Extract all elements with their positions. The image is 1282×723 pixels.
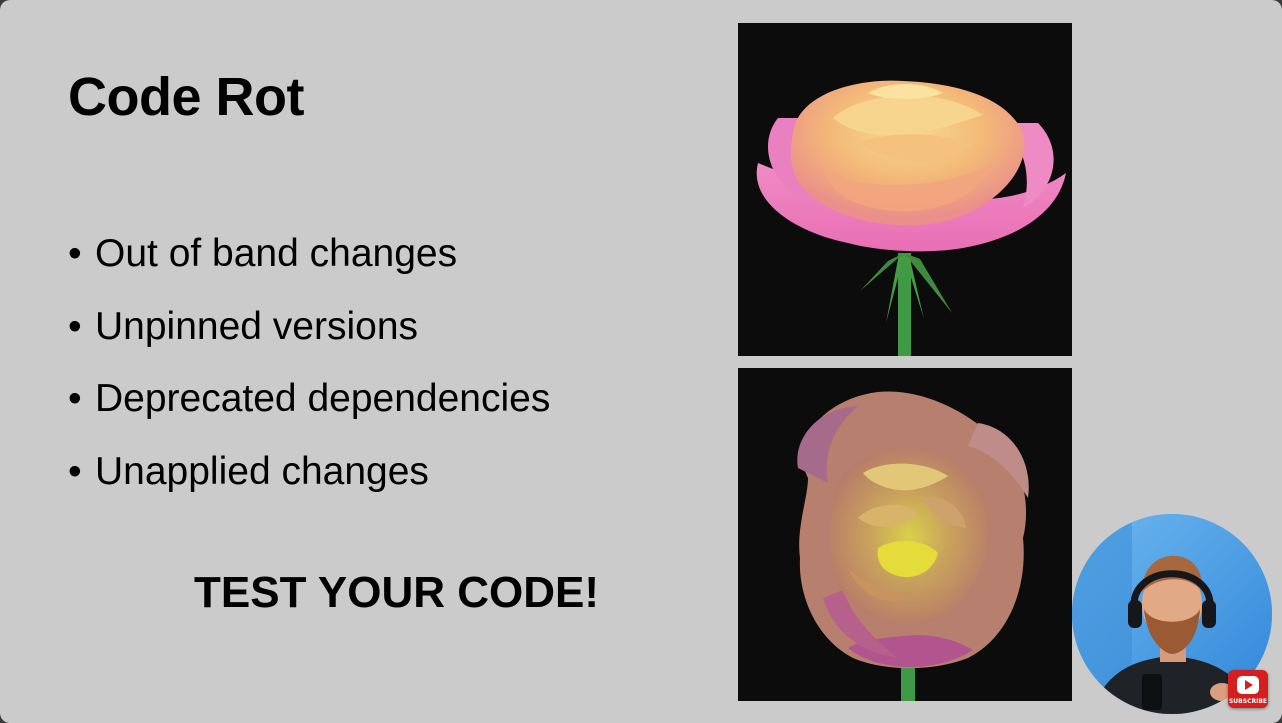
bullet-item: • Unpinned versions [68, 299, 550, 372]
bullet-dot: • [68, 449, 82, 493]
bullet-dot: • [68, 232, 82, 275]
bullet-text: Out of band changes [95, 232, 458, 275]
bullet-item: • Out of band changes [68, 226, 550, 299]
subscribe-label: SUBSCRIBE [1228, 698, 1267, 705]
wilted-rose-photo [738, 368, 1072, 701]
test-your-code-callout: TEST YOUR CODE! [194, 568, 600, 617]
bullet-list: • Out of band changes • Unpinned versions … [68, 226, 550, 516]
slide: Code Rot • Out of band changes • Unpinned … [0, 0, 1282, 723]
bullet-text: Unapplied changes [95, 449, 429, 493]
bullet-text: Unpinned versions [95, 304, 419, 348]
bullet-text: Deprecated dependencies [95, 377, 551, 420]
bullet-dot: • [68, 304, 82, 348]
subscribe-button[interactable]: SUBSCRIBE [1228, 670, 1268, 708]
bullet-item: • Deprecated dependencies [68, 371, 550, 444]
slide-title: Code Rot [68, 67, 304, 127]
fresh-rose-photo [738, 23, 1072, 356]
youtube-play-icon [1237, 676, 1259, 694]
bullet-item: • Unapplied changes [68, 444, 550, 517]
fresh-rose-illustration [738, 23, 1072, 356]
bullet-dot: • [68, 377, 82, 420]
wilted-rose-illustration [738, 368, 1072, 701]
